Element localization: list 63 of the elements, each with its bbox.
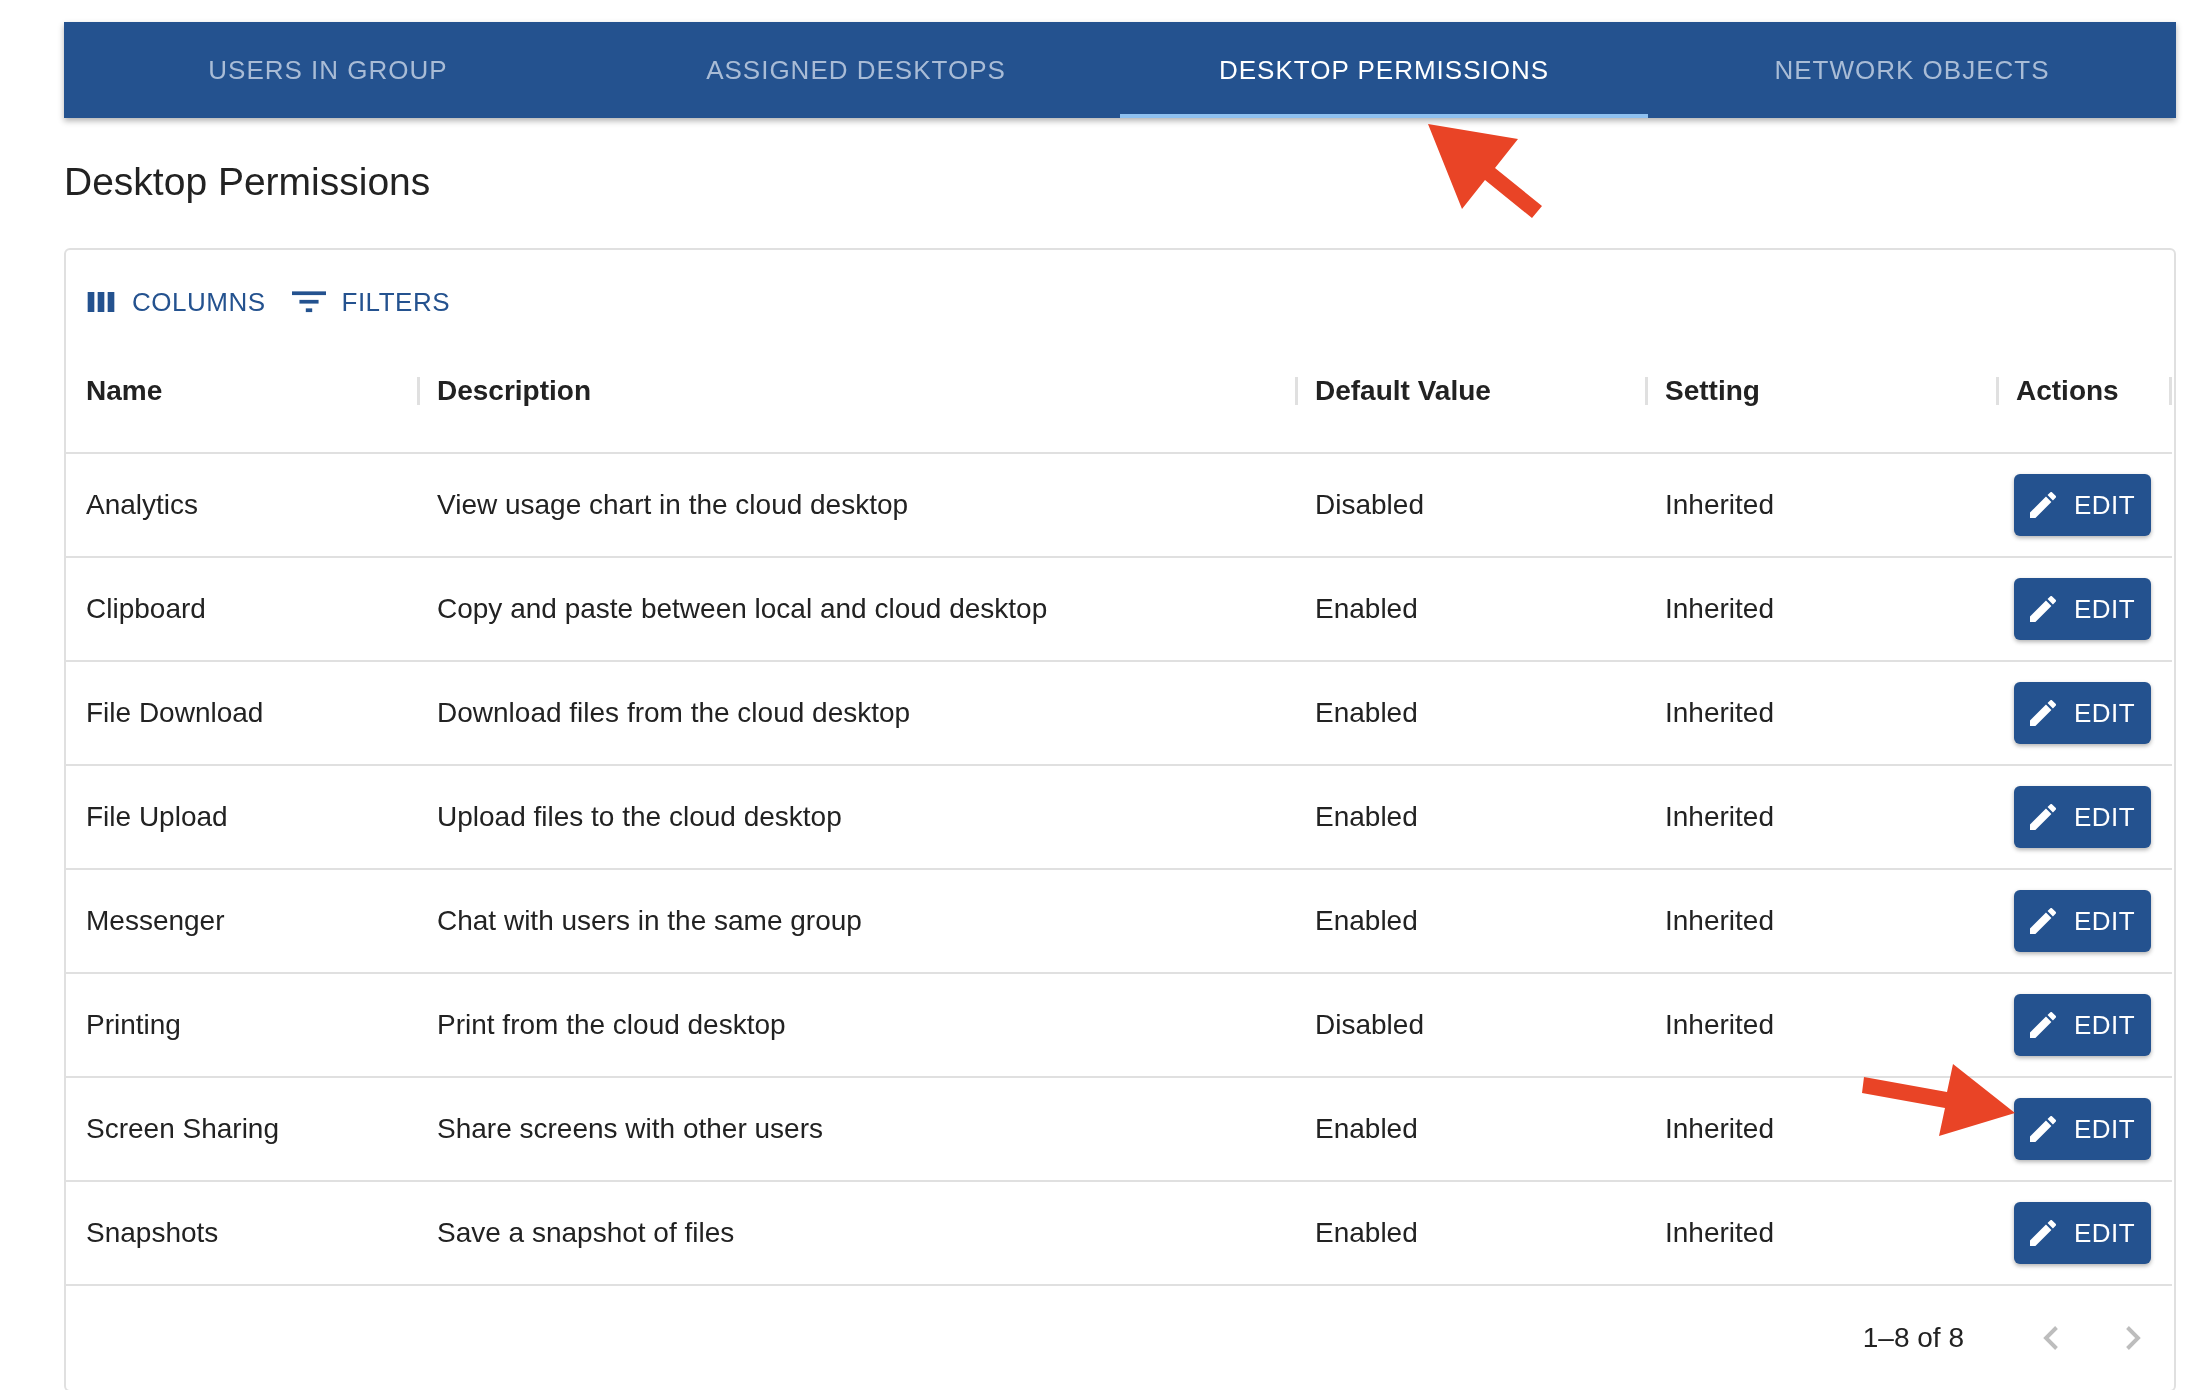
table-cell: Inherited xyxy=(1665,1113,1774,1145)
table-cell: Enabled xyxy=(1315,593,1418,625)
table-cell: Print from the cloud desktop xyxy=(437,1009,786,1041)
table-cell: Inherited xyxy=(1665,801,1774,833)
edit-button[interactable]: EDIT xyxy=(2014,1202,2152,1264)
table-cell: View usage chart in the cloud desktop xyxy=(437,489,909,521)
table-cell: Enabled xyxy=(1315,1113,1418,1145)
table-cell: File Upload xyxy=(86,801,228,833)
table-cell: Clipboard xyxy=(86,593,206,625)
column-header: Default Value xyxy=(1315,375,1491,407)
page-heading: Desktop Permissions xyxy=(64,160,432,204)
column-header: Actions xyxy=(2016,375,2119,407)
table-cell: Messenger xyxy=(86,905,225,937)
edit-button[interactable]: EDIT xyxy=(2014,994,2152,1056)
pencil-icon xyxy=(2030,1116,2056,1142)
table-cell: Disabled xyxy=(1315,489,1424,521)
edit-button[interactable]: EDIT xyxy=(2014,578,2152,640)
columns-icon xyxy=(86,292,116,312)
toolbar-button[interactable]: COLUMNS xyxy=(84,282,268,322)
edit-button[interactable]: EDIT xyxy=(2014,682,2152,744)
column-header: Name xyxy=(86,375,163,407)
edit-button[interactable]: EDIT xyxy=(2014,890,2152,952)
table-cell: Inherited xyxy=(1665,1217,1774,1249)
table-cell: Enabled xyxy=(1315,1217,1418,1249)
edit-button[interactable]: EDIT xyxy=(2014,786,2152,848)
table-cell: Copy and paste between local and cloud desktop xyxy=(437,593,1048,625)
table-cell: Chat with users in the same group xyxy=(437,905,862,937)
table-cell: Enabled xyxy=(1315,801,1418,833)
table-cell: Analytics xyxy=(86,489,199,521)
pencil-icon xyxy=(2030,1012,2056,1038)
pencil-icon xyxy=(2030,596,2056,622)
table-cell: Inherited xyxy=(1665,1009,1774,1041)
table-cell: Share screens with other users xyxy=(437,1113,823,1145)
edit-button[interactable]: EDIT xyxy=(2014,1098,2152,1160)
table-cell: Save a snapshot of files xyxy=(437,1217,735,1249)
pagination-range: 1–8 of 8 xyxy=(1862,1322,1964,1354)
tab[interactable]: ASSIGNED DESKTOPS xyxy=(592,22,1120,118)
table-cell: Enabled xyxy=(1315,905,1418,937)
table-cell: Snapshots xyxy=(86,1217,219,1249)
column-header: Description xyxy=(437,375,592,407)
column-header: Setting xyxy=(1665,375,1760,407)
pencil-icon xyxy=(2030,700,2056,726)
table-cell: File Download xyxy=(86,697,264,729)
toolbar-button[interactable]: FILTERS xyxy=(289,282,452,322)
pencil-icon xyxy=(2030,908,2056,934)
table-cell: Upload files to the cloud desktop xyxy=(437,801,842,833)
table-cell: Inherited xyxy=(1665,489,1774,521)
table-cell: Inherited xyxy=(1665,697,1774,729)
pencil-icon xyxy=(2030,1220,2056,1246)
pencil-icon xyxy=(2030,804,2056,830)
table-cell: Download files from the cloud desktop xyxy=(437,697,911,729)
tab[interactable]: DESKTOP PERMISSIONS xyxy=(1120,22,1648,118)
table-cell: Printing xyxy=(86,1009,181,1041)
table-cell: Disabled xyxy=(1315,1009,1424,1041)
table-cell: Inherited xyxy=(1665,905,1774,937)
filter-icon xyxy=(291,291,326,313)
tab[interactable]: NETWORK OBJECTS xyxy=(1648,22,2176,118)
table-cell: Inherited xyxy=(1665,593,1774,625)
table-cell: Enabled xyxy=(1315,697,1418,729)
table-cell: Screen Sharing xyxy=(86,1113,279,1145)
tab[interactable]: USERS IN GROUP xyxy=(64,22,592,118)
edit-button[interactable]: EDIT xyxy=(2014,474,2152,536)
pencil-icon xyxy=(2030,492,2056,518)
